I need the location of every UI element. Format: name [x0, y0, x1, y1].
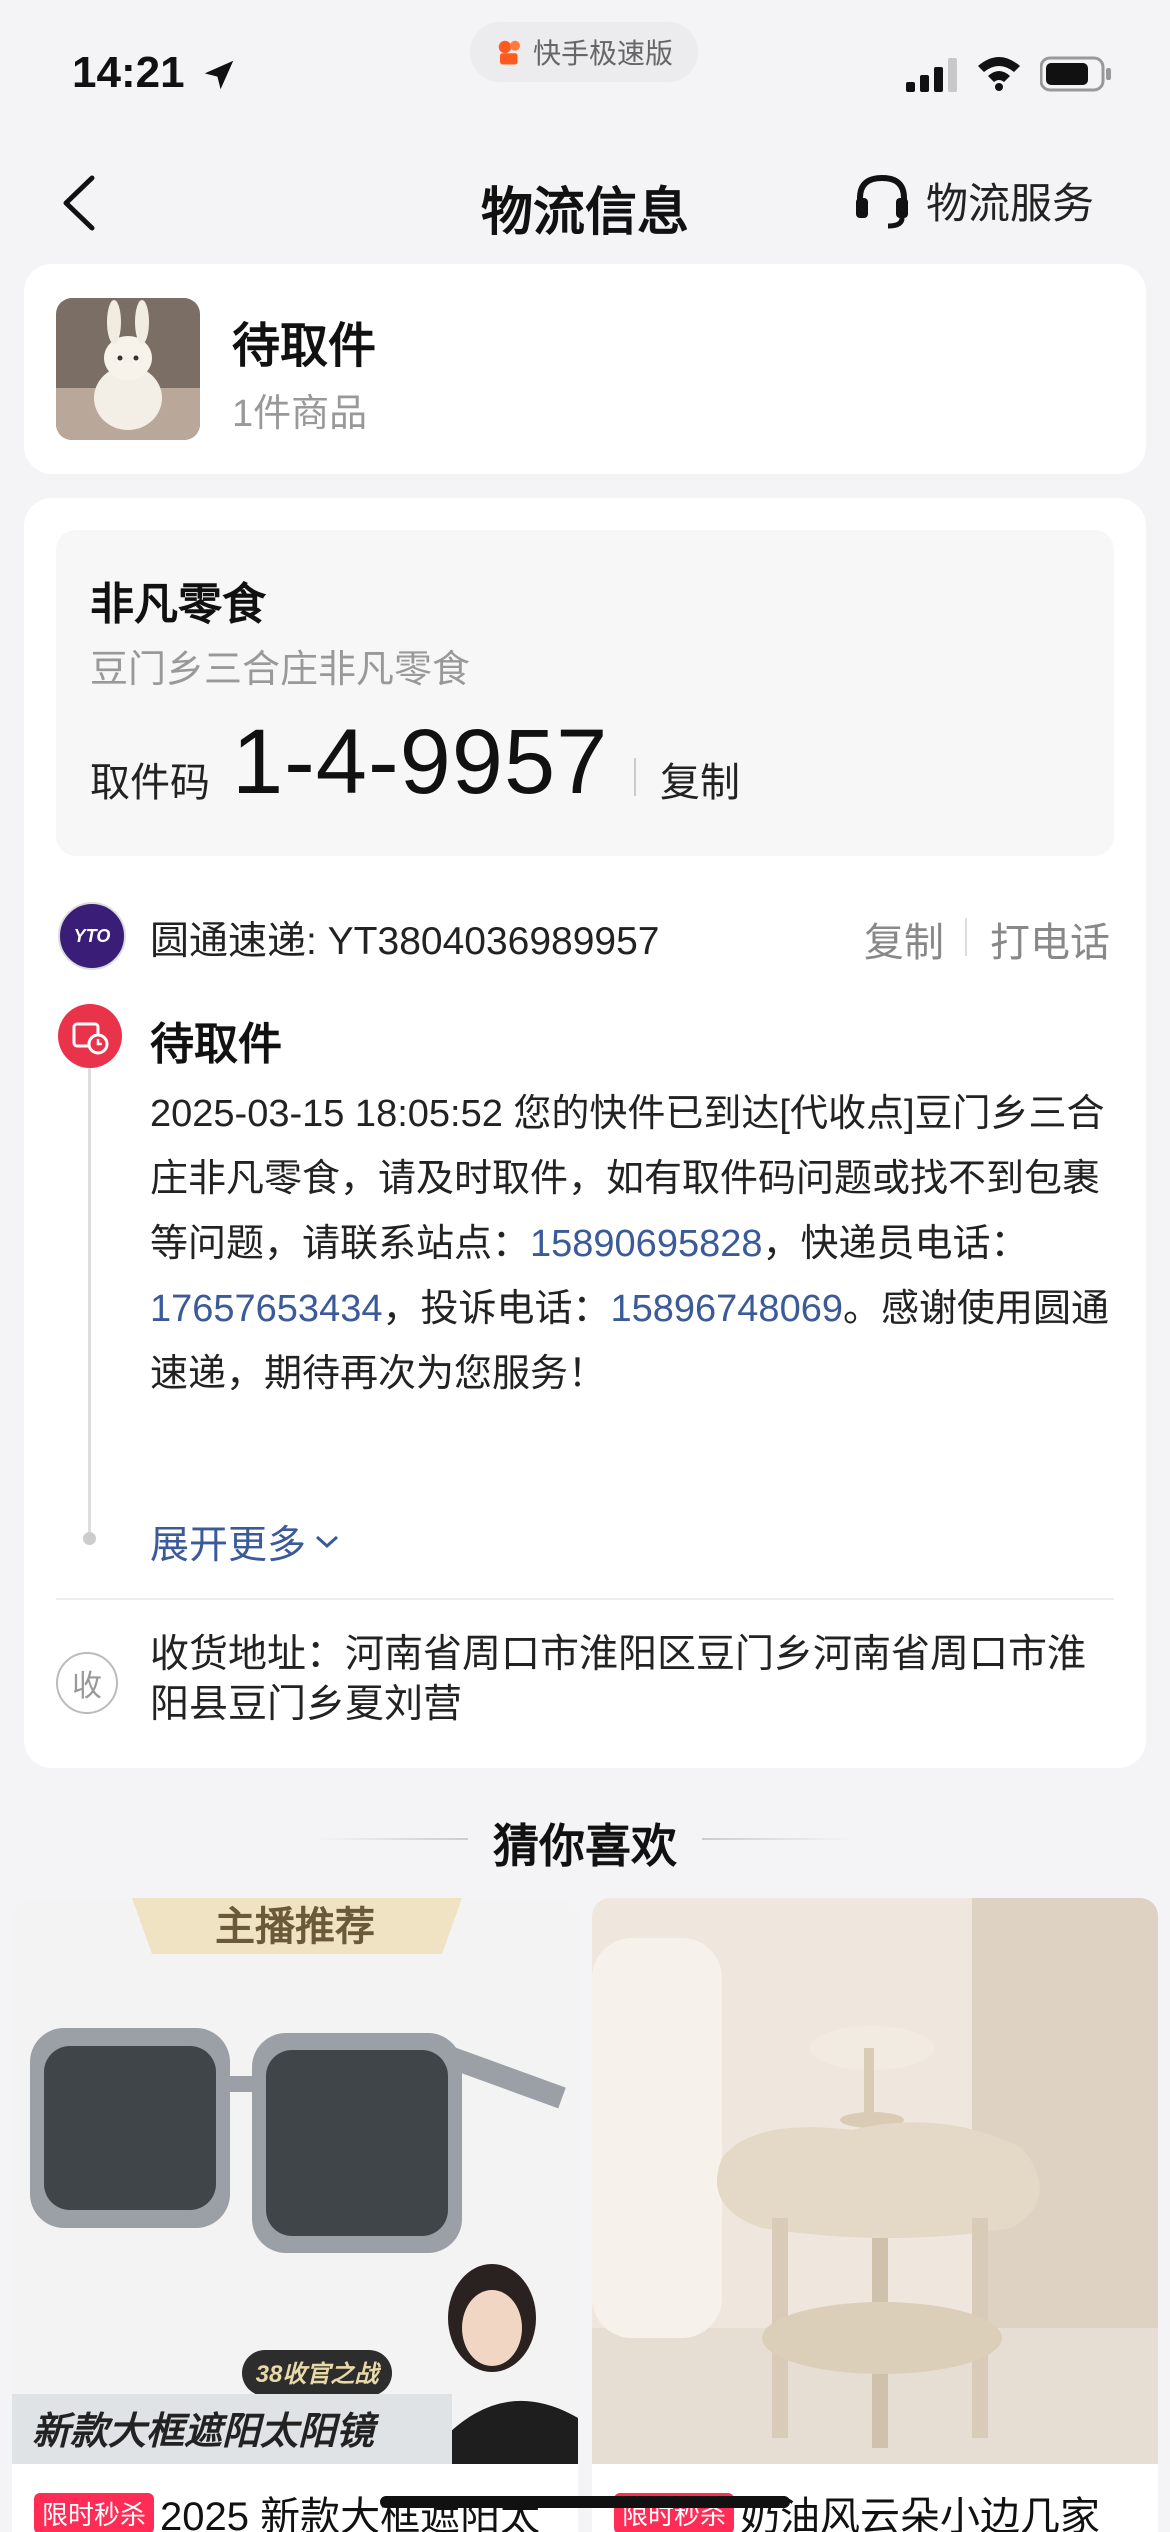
- promo-badge: 38收官之战: [256, 2361, 382, 2388]
- wifi-icon: [978, 57, 1020, 91]
- station-address: 豆门乡三合庄非凡零食: [90, 649, 471, 691]
- image-caption: 新款大框遮阳太阳镜: [32, 2408, 380, 2453]
- receive-address: 收货地址：河南省周口市淮阳区豆门乡河南省周口市淮阳县豆门乡夏刘营: [150, 1633, 1087, 1726]
- flash-sale-tag: 限时秒杀: [34, 2492, 155, 2532]
- station-name: 非凡零食: [90, 580, 266, 629]
- product-card[interactable]: 限时秒杀 奶油风云朵小边几家: [592, 1898, 1158, 2532]
- pickup-code-value: 1-4-9957: [232, 711, 609, 813]
- sunglasses-product-image: 主播推荐 38收官之战 新款大框遮阳太阳镜: [12, 1898, 578, 2464]
- copy-tracking-button[interactable]: 复制: [864, 910, 944, 968]
- complaint-phone-link[interactable]: 15896748069: [611, 1288, 843, 1330]
- timeline-end-dot: [83, 1532, 96, 1545]
- clock-box-icon: [72, 1022, 109, 1055]
- divider: [634, 758, 636, 796]
- item-count: 1件商品: [232, 393, 368, 435]
- cellular-signal-icon: [906, 58, 957, 92]
- tracking-event-title: 待取件: [150, 1020, 282, 1069]
- pickup-code-label: 取件码: [90, 761, 210, 805]
- product-name: 限时秒杀 2025 新款大框遮阳太: [34, 2484, 540, 2532]
- yto-logo: YTO: [58, 902, 126, 970]
- app-name: 快手极速版: [532, 38, 673, 69]
- call-button[interactable]: 打电话: [990, 910, 1110, 968]
- product-title: 奶油风云朵小边几家: [740, 2495, 1101, 2532]
- divider: [56, 1598, 1114, 1600]
- service-label: 物流服务: [926, 180, 1095, 227]
- recommend-section-title: 猜你喜欢: [493, 1820, 677, 1872]
- battery-icon: [1040, 56, 1111, 92]
- courier-phone-link[interactable]: 17657653434: [150, 1288, 382, 1330]
- desc-text: ，投诉电话：: [382, 1288, 611, 1330]
- copy-pickup-code-button[interactable]: 复制: [660, 750, 740, 808]
- tracking-event-description: 2025-03-15 18:05:52 您的快件已到达[代收点]豆门乡三合庄非凡…: [150, 1082, 1118, 1407]
- kuaishou-logo-icon: [498, 40, 520, 65]
- carrier-tracking-number: 圆通速递: YT3804036989957: [150, 920, 660, 963]
- station-phone-link[interactable]: 15890695828: [530, 1223, 762, 1265]
- side-table-product-image: [592, 1898, 1158, 2464]
- chevron-down-icon: [316, 1535, 339, 1549]
- headset-icon: [856, 174, 908, 228]
- status-time: 14:21: [72, 48, 185, 97]
- logistics-service-button[interactable]: 物流服务: [852, 170, 1094, 231]
- product-card[interactable]: 主播推荐 38收官之战 新款大框遮阳太阳镜 限时秒杀 2025 新款大框遮阳太: [12, 1898, 578, 2532]
- divider: [965, 918, 967, 956]
- location-arrow-icon: [204, 60, 234, 90]
- desc-text: ，快递员电话：: [762, 1223, 1029, 1265]
- pickup-station-icon: [58, 1004, 122, 1068]
- order-status: 待取件: [232, 320, 377, 373]
- expand-more-label: 展开更多: [150, 1524, 307, 1567]
- svg-text:YTO: YTO: [74, 926, 111, 946]
- yto-logo-icon: YTO: [74, 926, 111, 946]
- app-switch-pill[interactable]: 快手极速版: [470, 22, 698, 82]
- product-name: 限时秒杀 奶油风云朵小边几家: [614, 2484, 1100, 2532]
- product-title: 2025 新款大框遮阳太: [160, 2495, 541, 2532]
- expand-more-button[interactable]: 展开更多: [150, 1514, 340, 1570]
- receive-address-icon: 收: [56, 1652, 118, 1714]
- section-divider-right: [702, 1838, 852, 1840]
- product-thumbnail[interactable]: [56, 298, 200, 440]
- home-indicator: [380, 2496, 790, 2508]
- timeline-line: [88, 1068, 91, 1536]
- banner-text: 主播推荐: [215, 1903, 375, 1950]
